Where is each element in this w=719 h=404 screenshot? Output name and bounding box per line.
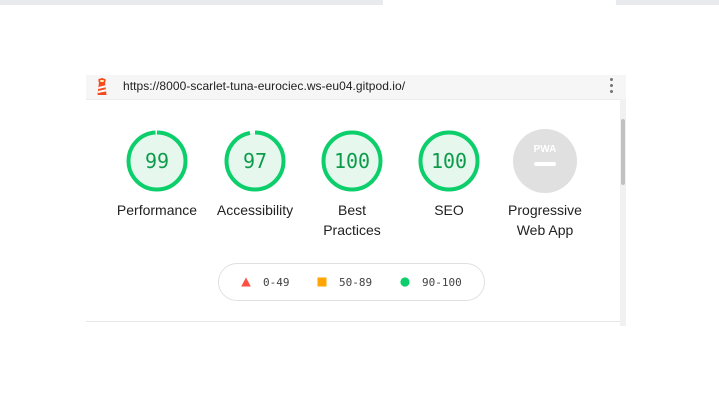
- report-url[interactable]: https://8000-scarlet-tuna-eurociec.ws-eu…: [123, 79, 405, 93]
- seo-gauge-ring: 100: [418, 130, 480, 192]
- lighthouse-icon: [94, 78, 110, 96]
- pwa-label: Progressive Web App: [495, 200, 595, 240]
- accessibility-label: Accessibility: [216, 202, 294, 218]
- accessibility-gauge-ring: 97: [224, 130, 286, 192]
- gauge-performance[interactable]: 99 Performance: [107, 129, 207, 220]
- best-practices-score: 100: [334, 149, 370, 173]
- average-square-icon: [317, 277, 327, 287]
- seo-label: SEO: [434, 202, 464, 218]
- performance-score: 99: [145, 149, 169, 173]
- accessibility-score: 97: [243, 149, 267, 173]
- score-legend: 0-49 50-89 90-100: [218, 263, 485, 301]
- section-divider: [86, 321, 620, 322]
- gauge-pwa[interactable]: PWA Progressive Web App: [495, 129, 595, 240]
- legend-pass-range: 90-100: [422, 275, 462, 289]
- scrollbar-thumb[interactable]: [621, 119, 625, 185]
- best-practices-label: Best Practices: [302, 200, 402, 240]
- gauge-accessibility[interactable]: 97 Accessibility: [205, 129, 305, 220]
- seo-score: 100: [431, 149, 467, 173]
- pwa-badge-text: PWA: [534, 144, 557, 155]
- pwa-badge-icon: PWA: [513, 129, 577, 193]
- report-url-bar: https://8000-scarlet-tuna-eurociec.ws-eu…: [86, 75, 626, 100]
- active-tab[interactable]: [383, 0, 616, 5]
- performance-gauge-ring: 99: [126, 130, 188, 192]
- fail-triangle-icon: [241, 277, 251, 287]
- best-practices-label-line2: Practices: [323, 222, 381, 238]
- legend-fail-range: 0-49: [263, 275, 290, 289]
- pass-circle-icon: [400, 277, 410, 287]
- gauge-seo[interactable]: 100 SEO: [399, 129, 499, 220]
- performance-label: Performance: [116, 202, 198, 218]
- more-vert-icon[interactable]: [608, 78, 614, 96]
- browser-tabstrip-background-right: [616, 0, 719, 5]
- pwa-label-line2: Web App: [516, 222, 574, 238]
- legend-fail: 0-49: [241, 264, 290, 300]
- gauge-best-practices[interactable]: 100 Best Practices: [302, 129, 402, 240]
- browser-tabstrip-background: [0, 0, 383, 5]
- lighthouse-report-frame: https://8000-scarlet-tuna-eurociec.ws-eu…: [86, 75, 626, 326]
- legend-average: 50-89: [317, 264, 372, 300]
- legend-average-range: 50-89: [339, 275, 373, 289]
- pwa-label-line1: Progressive: [508, 202, 582, 218]
- best-practices-gauge-ring: 100: [321, 130, 383, 192]
- best-practices-label-line1: Best: [337, 202, 366, 218]
- legend-pass: 90-100: [400, 264, 462, 300]
